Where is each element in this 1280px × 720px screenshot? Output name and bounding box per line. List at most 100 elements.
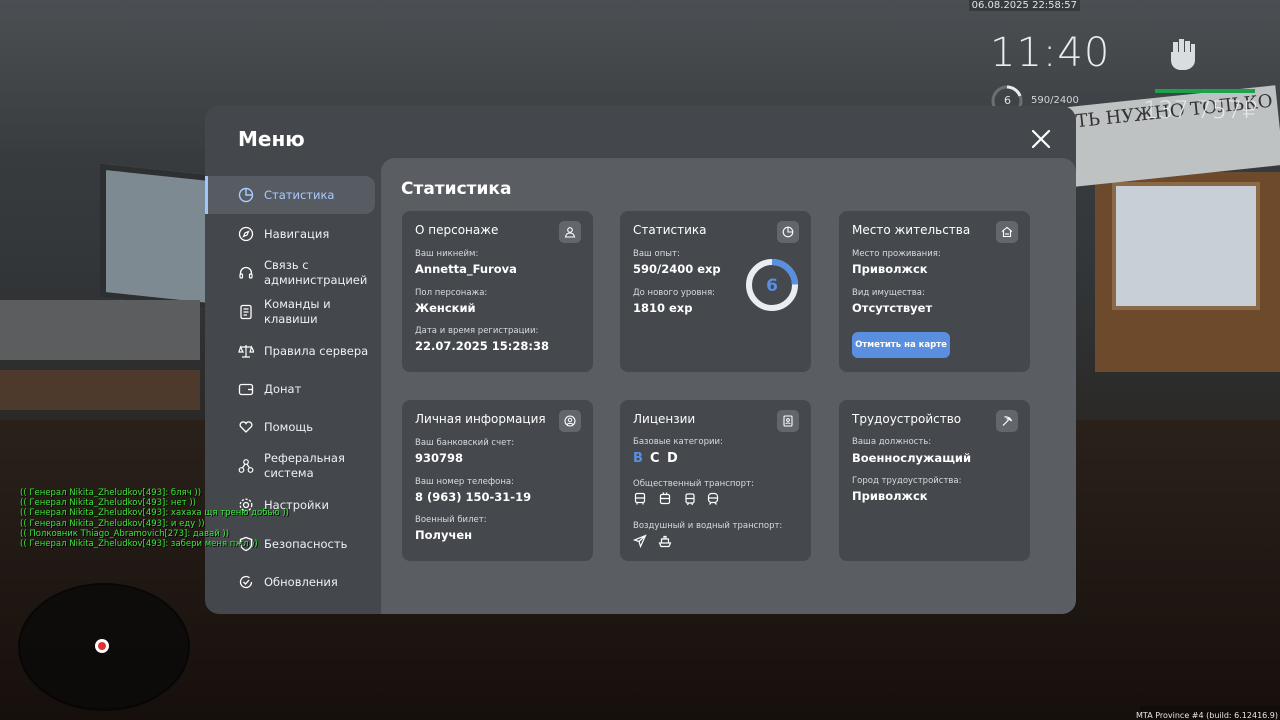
desk xyxy=(0,300,200,360)
card-employment: Трудоустройство Ваша должность: Военносл… xyxy=(839,400,1030,561)
boat-icon xyxy=(657,533,673,549)
base-categories-label: Базовые категории: xyxy=(633,437,723,447)
gender-value: Женский xyxy=(415,301,476,315)
military-id-value: Получен xyxy=(415,528,473,542)
exp-value: 590/2400 exp xyxy=(633,262,721,276)
residence-label: Место проживания: xyxy=(852,249,941,259)
nav-label: Донат xyxy=(264,381,302,396)
card-title: Трудоустройство xyxy=(852,412,962,426)
card-title: Личная информация xyxy=(415,412,546,426)
card-stats: Статистика Ваш опыт: 590/2400 exp До нов… xyxy=(620,211,811,372)
chat-box: (( Генерал Nikita_Zheludkov[493]: бляч )… xyxy=(20,488,289,549)
pie-chart-icon xyxy=(237,186,255,204)
level-progress-ring: 6 xyxy=(746,259,798,311)
chat-line: (( Генерал Nikita_Zheludkov[493]: хахаха… xyxy=(20,508,289,519)
bus-icon xyxy=(632,491,648,507)
heart-hands-icon xyxy=(237,418,255,436)
bank-account-value: 930798 xyxy=(415,451,464,465)
next-level-label: До нового уровня: xyxy=(633,288,716,298)
nav-label: Связь с администрацией xyxy=(264,258,368,287)
registration-label: Дата и время регистрации: xyxy=(415,326,539,336)
license-category-c: C xyxy=(650,451,660,466)
chat-line: (( Генерал Nikita_Zheludkov[493]: нет )) xyxy=(20,498,196,509)
registration-value: 22.07.2025 15:28:38 xyxy=(415,339,549,353)
menu-title: Меню xyxy=(238,127,305,151)
nav-item-statistics[interactable]: Статистика xyxy=(205,176,375,214)
hud-exp: 590/2400 xyxy=(1031,95,1079,106)
level-number: 6 xyxy=(766,276,778,296)
nav-item-commands[interactable]: Команды и клавиши xyxy=(205,293,375,331)
document-icon xyxy=(237,303,255,321)
nav-item-donate[interactable]: Донат xyxy=(205,370,375,408)
pie-chart-icon xyxy=(777,221,799,243)
card-title: Лицензии xyxy=(633,412,696,426)
user-icon xyxy=(559,221,581,243)
build-info: MTA Province #4 (build: 6.12416.9) xyxy=(1136,711,1278,720)
pickaxe-icon xyxy=(996,410,1018,432)
chat-line: (( Генерал Nikita_Zheludkov[493]: бляч )… xyxy=(20,488,202,498)
next-level-value: 1810 exp xyxy=(633,301,693,315)
property-label: Вид имущества: xyxy=(852,288,925,298)
employment-city-value: Приволжск xyxy=(852,489,928,503)
chat-line: (( Генерал Nikita_Zheludkov[493]: и еду … xyxy=(20,518,205,529)
position-label: Ваша должность: xyxy=(852,437,932,447)
nav-item-contact-admin[interactable]: Связь с администрацией xyxy=(205,254,375,292)
nav-item-rules[interactable]: Правила сервера xyxy=(205,332,375,370)
close-icon[interactable] xyxy=(1028,126,1054,152)
nickname-label: Ваш никнейм: xyxy=(415,249,479,259)
property-value: Отсутствует xyxy=(852,301,933,315)
hud-clock: 11:40 xyxy=(990,30,1111,76)
health-bar xyxy=(1155,89,1255,93)
nickname-value: Annetta_Furova xyxy=(415,262,517,276)
nav-item-referral[interactable]: Реферальная система xyxy=(205,447,375,485)
nav-label: Правила сервера xyxy=(264,343,369,358)
nav-label: Реферальная система xyxy=(264,451,345,480)
license-category-d: D xyxy=(667,451,678,466)
residence-value: Приволжск xyxy=(852,262,928,276)
card-title: Статистика xyxy=(633,223,707,237)
metro-icon xyxy=(705,491,721,507)
hud-money: 137 757₽ xyxy=(1143,96,1258,124)
card-title: Место жительства xyxy=(852,223,971,237)
gender-label: Пол персонажа: xyxy=(415,288,488,298)
card-character: О персонаже Ваш никнейм: Annetta_Furova … xyxy=(402,211,593,372)
tram-icon xyxy=(682,491,698,507)
wallet-icon xyxy=(237,380,255,398)
nav-label: Помощь xyxy=(264,419,314,434)
user-circle-icon xyxy=(559,410,581,432)
scales-icon xyxy=(237,342,255,360)
nav-label: Навигация xyxy=(264,226,330,241)
notice-board xyxy=(1112,182,1260,310)
airplane-icon xyxy=(632,533,648,549)
mark-on-map-button[interactable]: Отметить на карте xyxy=(852,332,950,358)
bank-account-label: Ваш банковский счет: xyxy=(415,438,515,448)
page-title: Статистика xyxy=(401,179,512,199)
trolleybus-icon xyxy=(657,491,673,507)
network-icon xyxy=(237,457,255,475)
player-marker-icon xyxy=(95,639,109,653)
card-licenses: Лицензии Базовые категории: B C D Общест… xyxy=(620,400,811,561)
fist-icon xyxy=(1171,39,1195,70)
nav-item-updates[interactable]: Обновления xyxy=(205,563,375,601)
position-value: Военнослужащий xyxy=(852,451,972,465)
refresh-check-icon xyxy=(237,573,255,591)
desk-bench xyxy=(0,370,200,410)
nav-label: Статистика xyxy=(264,187,335,202)
house-icon xyxy=(996,221,1018,243)
headset-icon xyxy=(237,264,255,282)
exp-label: Ваш опыт: xyxy=(633,249,680,259)
card-residence: Место жительства Место проживания: Приво… xyxy=(839,211,1030,372)
compass-icon xyxy=(237,225,255,243)
nav-item-navigation[interactable]: Навигация xyxy=(205,215,375,253)
phone-value: 8 (963) 150-31-19 xyxy=(415,490,532,504)
nav-item-help[interactable]: Помощь xyxy=(205,408,375,446)
hud-datetime: 06.08.2025 22:58:57 xyxy=(968,0,1080,11)
card-personal: Личная информация Ваш банковский счет: 9… xyxy=(402,400,593,561)
air-water-transport-label: Воздушный и водный транспорт: xyxy=(633,521,783,531)
employment-city-label: Город трудоустройства: xyxy=(852,476,962,486)
military-id-label: Военный билет: xyxy=(415,515,487,525)
license-category-b: B xyxy=(633,451,643,466)
nav-label: Команды и клавиши xyxy=(264,297,331,326)
chat-line: (( Полковник Thiago_Abramovich[273]: дав… xyxy=(20,528,230,539)
nav-label: Обновления xyxy=(264,574,338,589)
